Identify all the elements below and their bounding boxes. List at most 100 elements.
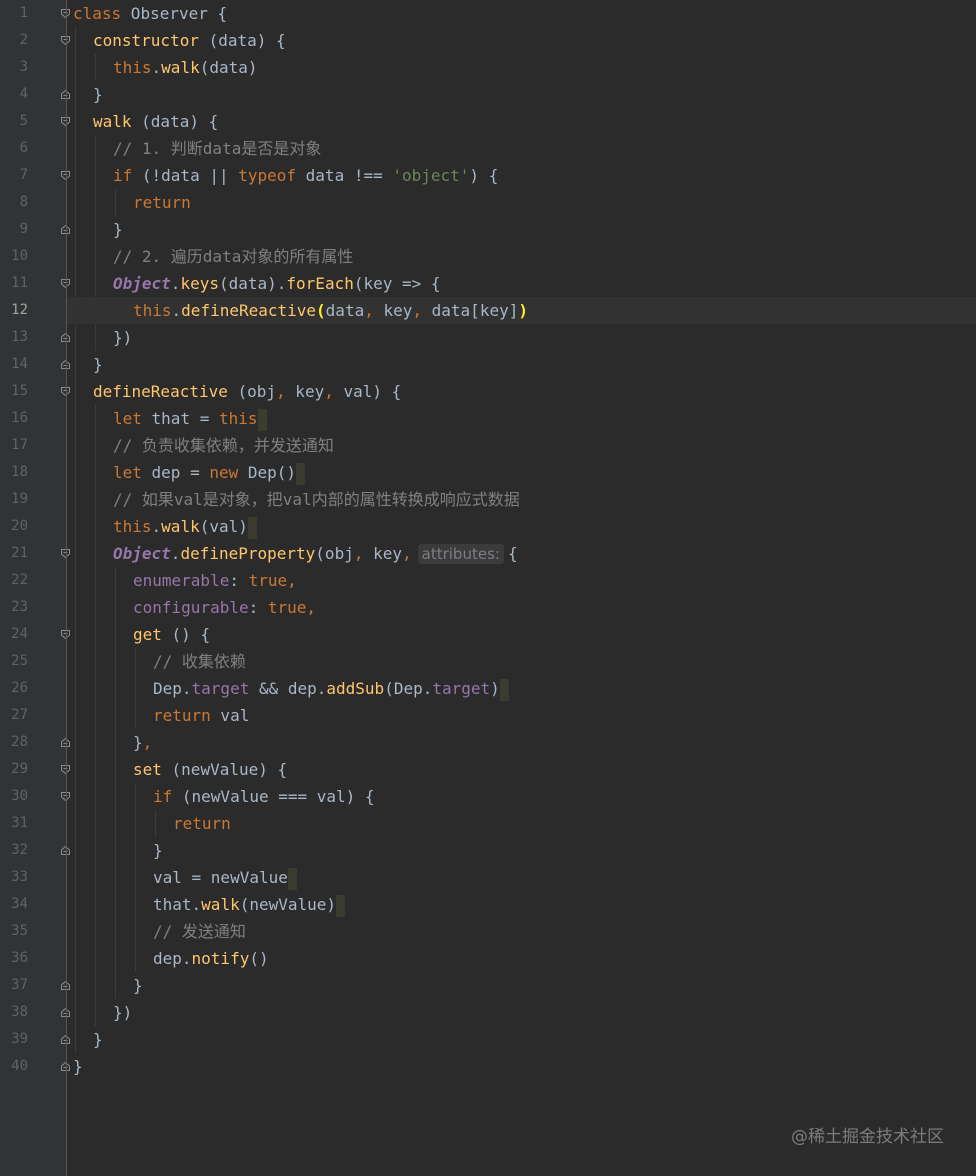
line-number[interactable]: 26 (0, 675, 28, 702)
line-number[interactable]: 7 (0, 162, 28, 189)
line-number[interactable]: 2 (0, 27, 28, 54)
line-number[interactable]: 1 (0, 0, 28, 27)
code-line[interactable]: if (!data || typeof data !== 'object') { (113, 162, 498, 189)
line-number[interactable]: 6 (0, 135, 28, 162)
indent-guide (75, 27, 76, 1053)
line-number[interactable]: 16 (0, 405, 28, 432)
code-line[interactable]: Object.keys(data).forEach(key => { (113, 270, 441, 297)
code-token: (val) (199, 517, 248, 536)
code-line[interactable]: } (113, 216, 123, 243)
line-number[interactable]: 27 (0, 702, 28, 729)
code-line[interactable]: constructor (data) { (93, 27, 286, 54)
line-number[interactable]: 11 (0, 270, 28, 297)
code-line[interactable]: class Observer { (73, 0, 227, 27)
code-line[interactable]: // 如果val是对象，把val内部的属性转换成响应式数据 (113, 486, 520, 513)
indent-guide (115, 189, 116, 216)
line-number[interactable]: 19 (0, 486, 28, 513)
code-token: Dep() (238, 463, 297, 482)
line-number[interactable]: 14 (0, 351, 28, 378)
code-token: get (133, 625, 162, 644)
line-number[interactable]: 39 (0, 1026, 28, 1053)
line-number[interactable]: 13 (0, 324, 28, 351)
code-line[interactable]: let that = this (113, 405, 267, 432)
code-line[interactable]: walk (data) { (93, 108, 218, 135)
line-number[interactable]: 3 (0, 54, 28, 81)
code-line[interactable]: return (173, 810, 231, 837)
line-number[interactable]: 35 (0, 918, 28, 945)
code-line[interactable]: } (93, 81, 103, 108)
code-line[interactable]: this.defineReactive(data, key, data[key]… (133, 297, 528, 324)
code-token: (data) { (131, 112, 219, 131)
line-number[interactable]: 20 (0, 513, 28, 540)
line-number[interactable]: 31 (0, 810, 28, 837)
code-token: key (363, 544, 402, 563)
code-line[interactable]: } (153, 837, 163, 864)
code-line[interactable]: Object.defineProperty(obj, key, attribute… (113, 540, 518, 567)
line-number[interactable]: 34 (0, 891, 28, 918)
line-number[interactable]: 24 (0, 621, 28, 648)
line-number[interactable]: 5 (0, 108, 28, 135)
code-token: true, (248, 571, 297, 590)
code-line[interactable]: } (93, 1026, 103, 1053)
code-editor[interactable]: 1 2 3 4 5 6 7 8 9 10 11 12 13 14 15 16 17 18 19 20 21 22 23 24 2… (0, 0, 976, 1176)
code-line[interactable]: let dep = new Dep() (113, 459, 306, 486)
code-line[interactable]: defineReactive (obj, key, val) { (93, 378, 401, 405)
line-number[interactable]: 23 (0, 594, 28, 621)
code-line[interactable]: this.walk(val) (113, 513, 257, 540)
code-line[interactable]: // 收集依赖 (153, 648, 246, 675)
code-token: ) (490, 679, 500, 698)
code-line[interactable]: // 发送通知 (153, 918, 246, 945)
line-number[interactable]: 22 (0, 567, 28, 594)
code-line[interactable]: } (133, 972, 143, 999)
code-line[interactable]: return val (153, 702, 249, 729)
code-line[interactable]: } (73, 1053, 83, 1080)
code-token: new (209, 463, 239, 482)
line-number-gutter[interactable]: 1 2 3 4 5 6 7 8 9 10 11 12 13 14 15 16 17 18 19 20 21 22 23 24 2… (0, 0, 70, 1176)
code-line[interactable]: enumerable: true, (133, 567, 297, 594)
code-token: . (170, 544, 181, 563)
line-number[interactable]: 4 (0, 81, 28, 108)
line-number[interactable]: 33 (0, 864, 28, 891)
line-number[interactable]: 40 (0, 1053, 28, 1080)
code-token: target (191, 679, 250, 698)
line-number[interactable]: 12 (0, 297, 28, 324)
code-line[interactable]: Dep.target && dep.addSub(Dep.target) (153, 675, 509, 702)
code-token: Observer { (121, 4, 228, 23)
code-token: this (133, 301, 172, 320)
line-number[interactable]: 18 (0, 459, 28, 486)
code-line[interactable]: configurable: true, (133, 594, 316, 621)
code-line[interactable]: return (133, 189, 191, 216)
code-token: val = newValue (153, 868, 288, 887)
code-line[interactable]: set (newValue) { (133, 756, 287, 783)
line-number[interactable]: 17 (0, 432, 28, 459)
code-line[interactable]: }, (133, 729, 152, 756)
code-line[interactable]: }) (113, 999, 132, 1026)
line-number[interactable]: 38 (0, 999, 28, 1026)
line-number[interactable]: 32 (0, 837, 28, 864)
line-number[interactable]: 36 (0, 945, 28, 972)
code-line[interactable]: this.walk(data) (113, 54, 258, 81)
line-number[interactable]: 37 (0, 972, 28, 999)
line-number[interactable]: 15 (0, 378, 28, 405)
line-number[interactable]: 9 (0, 216, 28, 243)
line-number[interactable]: 21 (0, 540, 28, 567)
code-line[interactable]: if (newValue === val) { (153, 783, 375, 810)
line-number[interactable]: 8 (0, 189, 28, 216)
code-line[interactable]: // 1. 判断data是否是对象 (113, 135, 321, 162)
code-line[interactable]: // 2. 遍历data对象的所有属性 (113, 243, 353, 270)
code-line[interactable]: get () { (133, 621, 210, 648)
code-token: (newValue) { (161, 760, 288, 779)
code-line[interactable]: } (93, 351, 103, 378)
code-line[interactable]: that.walk(newValue) (153, 891, 346, 918)
code-token: key (285, 382, 325, 401)
code-line[interactable]: }) (113, 324, 132, 351)
line-number[interactable]: 10 (0, 243, 28, 270)
line-number[interactable]: 29 (0, 756, 28, 783)
code-token: : (248, 598, 268, 617)
code-line[interactable]: val = newValue (153, 864, 297, 891)
code-line[interactable]: dep.notify() (153, 945, 269, 972)
code-line[interactable]: // 负责收集依赖，并发送通知 (113, 432, 334, 459)
line-number[interactable]: 25 (0, 648, 28, 675)
line-number[interactable]: 30 (0, 783, 28, 810)
line-number[interactable]: 28 (0, 729, 28, 756)
